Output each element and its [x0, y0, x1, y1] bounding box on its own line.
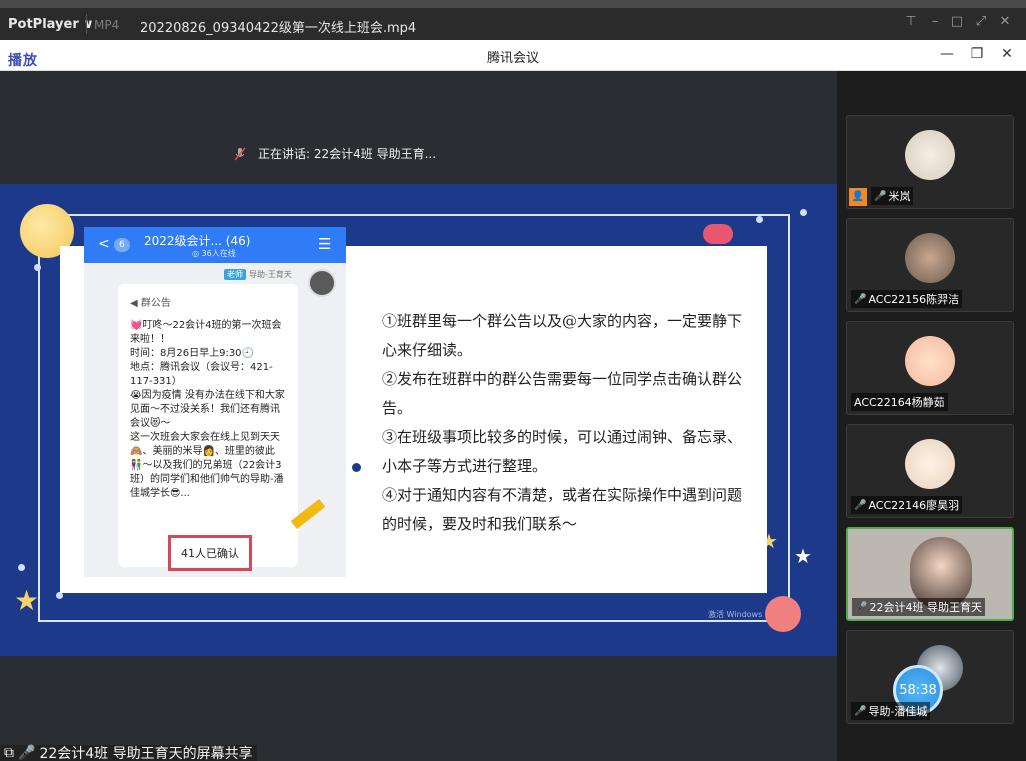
sender-name: 导助-王育天 — [249, 270, 292, 279]
participant-tile[interactable]: 58:38 🎤 导助-潘佳城 — [846, 630, 1014, 724]
group-name: 2022级会计... (46) — [144, 234, 251, 248]
file-format-label: MP4 — [94, 18, 120, 32]
participant-tile[interactable]: 🎤 ACC22156陈羿洁 — [846, 218, 1014, 312]
dot-decoration — [56, 592, 63, 599]
sender-avatar — [308, 269, 336, 297]
notice-body: 💓叮咚～22会计4班的第一次班会来啦！！ 时间：8月26日早上9:30🕘 地点：… — [130, 320, 285, 499]
bullet-dot — [352, 463, 361, 472]
muted-mic-icon — [234, 147, 246, 160]
dot-decoration — [18, 564, 25, 571]
speaking-indicator: 正在讲话: 22会计4班 导助王育... — [232, 145, 436, 162]
notice-title: ◀ 群公告 — [130, 298, 171, 309]
arrow-icon — [290, 498, 326, 530]
mic-icon: 🎤 — [855, 601, 868, 613]
sender-info: 老师 导助-王育天 — [224, 269, 292, 280]
titlebar-divider — [86, 14, 87, 34]
participant-name: 🎤 22会计4班 导助王育天 — [852, 598, 985, 616]
meeting-titlebar: 播放 腾讯会议 — ❐ ✕ — [0, 40, 1026, 71]
participant-tile-active[interactable]: 🎤 22会计4班 导助王育天 — [846, 527, 1014, 621]
unread-badge: 6 — [114, 238, 130, 252]
muted-mic-icon: 🎤 — [854, 293, 867, 305]
group-notice-card: ◀ 群公告 💓叮咚～22会计4班的第一次班会来啦！！ 时间：8月26日早上9:3… — [118, 284, 326, 571]
close-button[interactable]: ✕ — [996, 14, 1014, 29]
menu-icon: ☰ — [318, 235, 332, 253]
star-decoration: ★ — [794, 544, 812, 568]
mic-icon: 🎤 — [18, 745, 36, 761]
dot-decoration — [34, 264, 41, 271]
sender-tag: 老师 — [224, 269, 246, 280]
slide-points: ①班群里每一个群公告以及@大家的内容，一定要静下心来仔细读。 ②发布在班群中的群… — [382, 307, 752, 539]
meeting-restore-button[interactable]: ❐ — [968, 46, 986, 62]
confirmed-count: 41人已确认 — [168, 535, 252, 571]
dot-decoration — [756, 216, 763, 223]
participant-name: 🎤 ACC22146廖昊羽 — [851, 496, 963, 514]
participant-tile[interactable]: 🎤 ACC22146廖昊羽 — [846, 424, 1014, 518]
online-count: ◎ 36人在线 — [192, 249, 236, 258]
muted-mic-icon: 🎤 — [874, 190, 887, 202]
minimize-button[interactable]: – — [926, 14, 944, 29]
participant-tile[interactable]: ACC22164杨静茹 — [846, 321, 1014, 415]
dot-decoration — [800, 209, 807, 216]
planet-decoration — [765, 596, 801, 632]
file-name-label: 20220826_09340422级第一次线上班会.mp4 — [140, 21, 417, 36]
slide-point: ④对于通知内容有不清楚，或者在实际操作中遇到问题的时候，要及时和我们联系～ — [382, 486, 743, 533]
muted-mic-icon: 🎤 — [854, 705, 867, 717]
pin-icon[interactable]: ⊤ — [902, 14, 920, 29]
participant-name: ACC22164杨静茹 — [851, 393, 948, 411]
slide-point: ③在班级事项比较多的时候，可以通过闹钟、备忘录、小本子等方式进行整理。 — [382, 428, 743, 475]
screen-share-area: 正在讲话: 22会计4班 导助王育... ★ ★ ★ < 6 2022级会计..… — [0, 71, 837, 761]
slide-point: ①班群里每一个群公告以及@大家的内容，一定要静下心来仔细读。 — [382, 312, 743, 359]
chevron-down-icon: ∨ — [83, 17, 94, 32]
screen: PotPlayer ∨ MP4 20220826_09340422级第一次线上班… — [0, 0, 1026, 761]
potplayer-titlebar: PotPlayer ∨ MP4 20220826_09340422级第一次线上班… — [0, 0, 1026, 40]
potplayer-menu-button[interactable]: PotPlayer ∨ — [8, 17, 94, 32]
meeting-close-button[interactable]: ✕ — [998, 46, 1016, 62]
shared-slide: ★ ★ ★ < 6 2022级会计... (46) ◎ 36人在线 ☰ 老师 导… — [0, 184, 837, 656]
muted-mic-icon: 🎤 — [854, 499, 867, 511]
back-icon: < — [98, 236, 110, 252]
participant-name: 🎤 ACC22156陈羿洁 — [851, 290, 963, 308]
host-icon: 👤 — [849, 188, 867, 206]
star-decoration: ★ — [14, 584, 40, 617]
screen-share-icon: ⧉ — [4, 745, 14, 761]
activation-watermark: 激活 Windows — [708, 610, 763, 619]
maximize-button[interactable]: □ — [948, 14, 966, 29]
speaking-text: 正在讲话: 22会计4班 导助王育... — [258, 147, 437, 161]
chat-screenshot: < 6 2022级会计... (46) ◎ 36人在线 ☰ 老师 导助-王育天 … — [84, 227, 346, 577]
avatar — [905, 233, 955, 283]
participant-name: 🎤 导助-潘佳城 — [851, 702, 931, 720]
avatar — [905, 439, 955, 489]
avatar — [905, 336, 955, 386]
meeting-title: 腾讯会议 — [486, 51, 539, 66]
participant-tile[interactable]: 👤 🎤 米岚 — [846, 115, 1014, 209]
avatar — [905, 130, 955, 180]
participant-list: 👤 🎤 米岚 🎤 ACC22156陈羿洁 ACC22164杨静茹 🎤 ACC22146… — [837, 71, 1026, 761]
fullscreen-icon[interactable]: ⤢ — [972, 14, 990, 29]
chat-header: < 6 2022级会计... (46) ◎ 36人在线 ☰ — [84, 227, 346, 263]
heart-planet-decoration — [703, 224, 733, 244]
megaphone-icon: ◀ — [130, 298, 138, 309]
screen-share-label: 22会计4班 导助王育天的屏幕共享 — [39, 746, 253, 761]
participant-name: 🎤 米岚 — [871, 187, 914, 205]
screen-share-bar: ⧉ 🎤 22会计4班 导助王育天的屏幕共享 — [0, 745, 257, 761]
slide-point: ②发布在班群中的群公告需要每一位同学点击确认群公告。 — [382, 370, 743, 417]
meeting-minimize-button[interactable]: — — [938, 46, 956, 62]
